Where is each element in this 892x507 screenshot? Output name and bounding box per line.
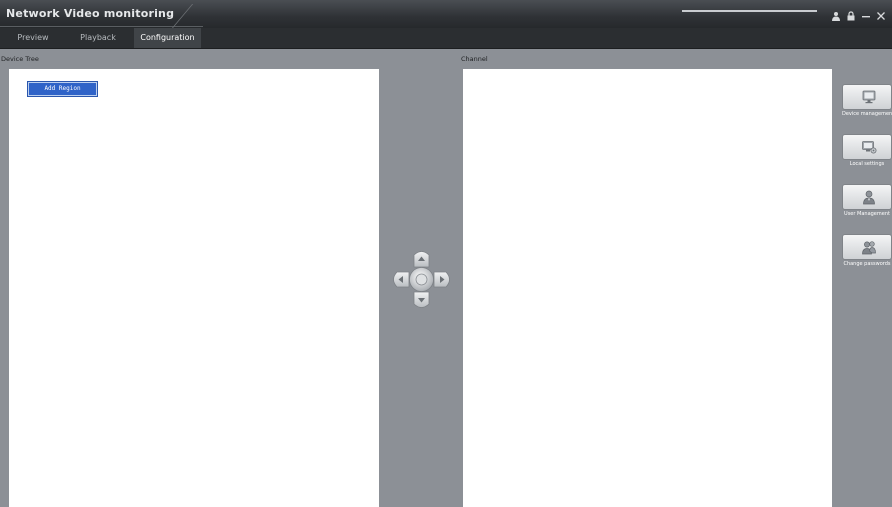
device-tree-panel[interactable] [9, 69, 379, 507]
side-label-device-management: Device management [842, 111, 892, 117]
users-password-icon [862, 241, 876, 255]
center-icon[interactable] [409, 267, 434, 292]
device-management-button[interactable]: Device management [842, 84, 892, 120]
side-button-frame [842, 184, 892, 210]
side-label-change-passwords: Change passwords [843, 261, 891, 267]
arrow-down-icon[interactable] [413, 291, 430, 308]
app-title: Network Video monitoring [6, 7, 175, 20]
side-button-frame [842, 84, 892, 110]
tab-configuration[interactable]: Configuration [134, 28, 201, 48]
lock-icon[interactable] [846, 11, 856, 21]
arrow-up-icon[interactable] [413, 251, 430, 268]
title-bar: Network Video monitoring [0, 0, 892, 28]
title-bar-line [682, 10, 817, 12]
side-label-user-management: User Management [844, 211, 890, 217]
transfer-control [393, 251, 450, 308]
computer-settings-icon [862, 141, 877, 154]
window-controls [831, 11, 886, 21]
user-icon[interactable] [831, 11, 841, 21]
channel-panel[interactable] [463, 69, 832, 507]
arrow-left-icon[interactable] [393, 271, 410, 288]
add-region-button[interactable]: Add Region [28, 82, 97, 96]
tab-preview[interactable]: Preview [8, 28, 58, 48]
tab-playback[interactable]: Playback [72, 28, 124, 48]
side-button-frame [842, 234, 892, 260]
minimize-icon[interactable] [861, 11, 871, 21]
change-passwords-button[interactable]: Change passwords [842, 234, 892, 270]
monitor-icon [862, 90, 876, 104]
menu-bar: Preview Playback Configuration [0, 28, 892, 49]
side-label-local-settings: Local settings [849, 161, 885, 167]
channel-label: Channel [461, 55, 488, 63]
local-settings-button[interactable]: Local settings [842, 134, 892, 170]
device-tree-label: Device Tree [1, 55, 39, 63]
side-button-frame [842, 134, 892, 160]
close-icon[interactable] [876, 11, 886, 21]
arrow-right-icon[interactable] [433, 271, 450, 288]
user-icon [863, 190, 875, 205]
user-management-button[interactable]: User Management [842, 184, 892, 220]
